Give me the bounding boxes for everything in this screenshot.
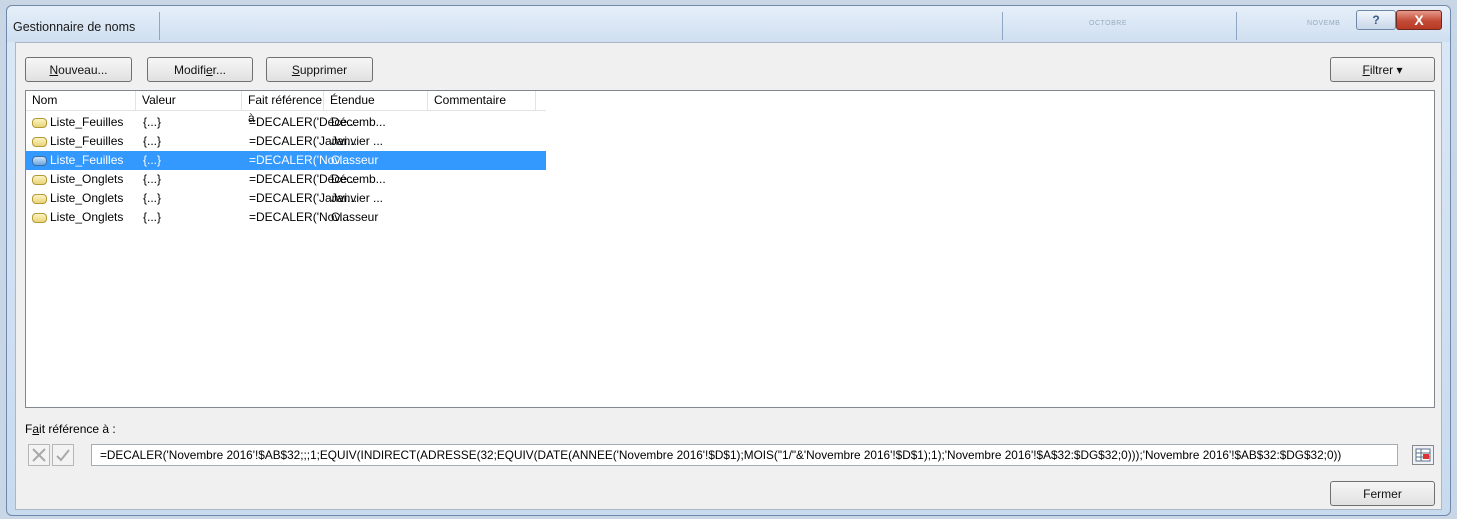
column-header-refers-to[interactable]: Fait référence à <box>242 91 324 125</box>
cancel-edit-button[interactable] <box>28 444 50 466</box>
row-scope: Janvier ... <box>331 134 384 148</box>
background-grid-line <box>159 12 160 40</box>
row-name: Liste_Onglets <box>50 210 124 224</box>
list-row[interactable]: Liste_Onglets {...} =DECALER('Janvi... J… <box>26 189 546 208</box>
row-scope: Décemb... <box>331 115 386 129</box>
row-scope: Janvier ... <box>331 191 384 205</box>
help-button[interactable]: ? <box>1356 10 1396 30</box>
background-column-label: OCTOBRE <box>1089 20 1127 27</box>
collapse-dialog-button[interactable] <box>1412 445 1434 465</box>
name-range-icon <box>32 156 47 166</box>
edit-button[interactable]: Modifi e r... <box>147 57 253 82</box>
list-row[interactable]: Liste_Onglets {...} =DECALER('Déce... Dé… <box>26 170 546 189</box>
list-row-selected[interactable]: Liste_Feuilles {...} =DECALER('Nov... Cl… <box>26 151 546 170</box>
dialog-client-area: Nouveau... Modifi e r... Supprimer Filtrer… <box>15 42 1442 510</box>
row-value: {...} <box>143 210 162 224</box>
confirm-edit-button[interactable] <box>52 444 74 466</box>
background-grid-line <box>1002 12 1003 40</box>
row-value: {...} <box>143 172 162 186</box>
row-name: Liste_Feuilles <box>50 153 124 167</box>
dropdown-arrow-icon: ▾ <box>1396 62 1403 77</box>
list-row[interactable]: Liste_Feuilles {...} =DECALER('Janvi... … <box>26 132 546 151</box>
column-header-scope[interactable]: Étendue <box>324 91 428 110</box>
row-name: Liste_Feuilles <box>50 134 124 148</box>
row-value: {...} <box>143 134 162 148</box>
help-icon: ? <box>1372 13 1380 27</box>
delete-button[interactable]: Supprimer <box>266 57 373 82</box>
list-header: Nom Valeur Fait référence à Étendue Comm… <box>26 91 546 125</box>
check-icon <box>56 449 70 462</box>
column-header-name[interactable]: Nom <box>26 91 136 110</box>
refers-to-label: Fait référence à : <box>25 422 116 436</box>
column-header-comment[interactable]: Commentaire <box>428 91 536 110</box>
refers-to-formula-input[interactable]: =DECALER('Novembre 2016'!$AB$32;;;1;EQUI… <box>91 444 1398 466</box>
x-icon <box>32 448 46 462</box>
close-button[interactable]: Fermer <box>1330 481 1435 506</box>
row-scope: Classeur <box>331 210 379 224</box>
row-name: Liste_Onglets <box>50 191 124 205</box>
name-range-icon <box>32 137 47 147</box>
window-title: Gestionnaire de noms <box>13 20 136 34</box>
background-column-label: NOVEMB <box>1307 20 1341 27</box>
range-select-icon <box>1415 448 1431 462</box>
name-manager-dialog: Gestionnaire de noms OCTOBRE NOVEMB ? X … <box>6 5 1451 516</box>
filter-button[interactable]: Filtrer ▾ <box>1330 57 1435 82</box>
row-value: {...} <box>143 153 162 167</box>
list-row[interactable]: Liste_Feuilles {...} =DECALER('Déce... D… <box>26 113 546 132</box>
close-window-button[interactable]: X <box>1396 10 1442 30</box>
row-name: Liste_Onglets <box>50 172 124 186</box>
background-grid-line <box>1236 12 1237 40</box>
name-range-icon <box>32 213 47 223</box>
names-list[interactable]: Nom Valeur Fait référence à Étendue Comm… <box>25 90 1435 408</box>
name-range-icon <box>32 194 47 204</box>
name-range-icon <box>32 118 47 128</box>
new-button[interactable]: Nouveau... <box>25 57 132 82</box>
row-name: Liste_Feuilles <box>50 115 124 129</box>
name-range-icon <box>32 175 47 185</box>
column-header-value[interactable]: Valeur <box>136 91 242 110</box>
list-row[interactable]: Liste_Onglets {...} =DECALER('Nov... Cla… <box>26 208 546 227</box>
title-bar[interactable]: Gestionnaire de noms OCTOBRE NOVEMB ? X <box>7 6 1450 42</box>
row-scope: Décemb... <box>331 172 386 186</box>
close-icon: X <box>1414 12 1424 28</box>
row-value: {...} <box>143 191 162 205</box>
row-scope: Classeur <box>331 153 379 167</box>
row-value: {...} <box>143 115 162 129</box>
